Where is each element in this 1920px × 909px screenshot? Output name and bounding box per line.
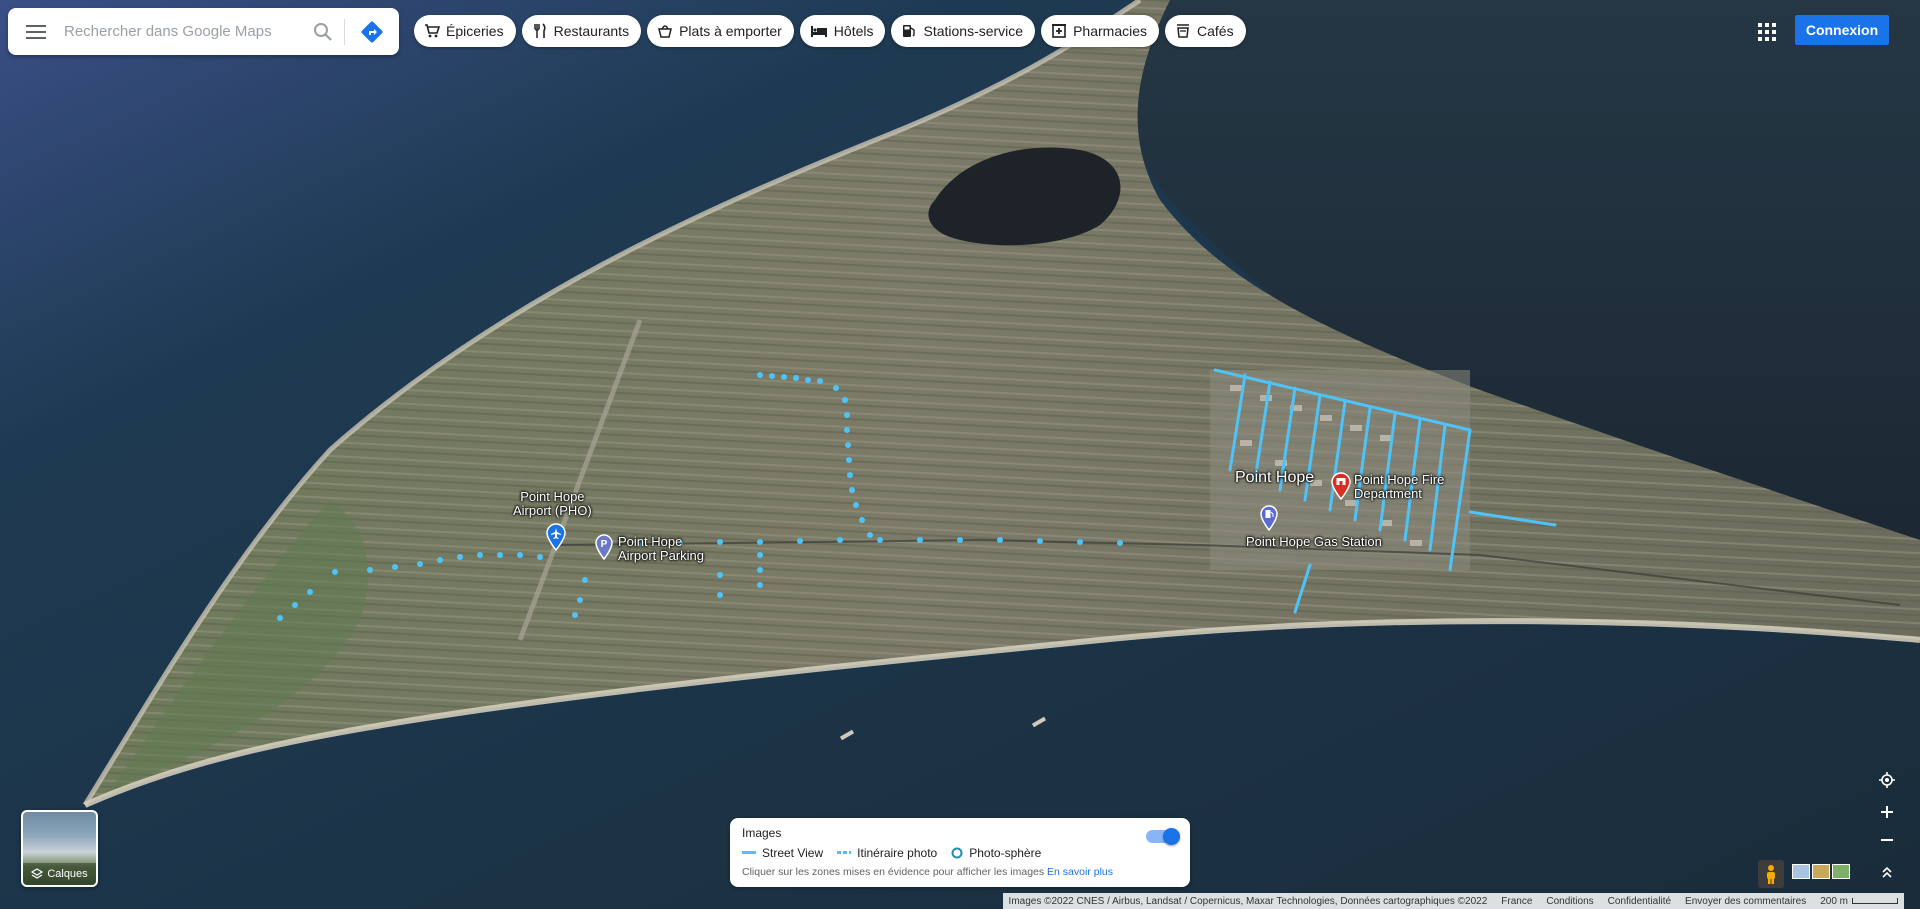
scale-line xyxy=(1852,898,1898,904)
parking-label[interactable]: Point Hope Airport Parking xyxy=(618,535,704,563)
fuel-icon xyxy=(903,25,916,37)
pharmacy-icon xyxy=(1052,24,1067,38)
satellite-map[interactable] xyxy=(0,0,1920,909)
crosshair-icon xyxy=(1879,772,1895,788)
imagery-panel: Images Street View Itinéraire photo Phot… xyxy=(730,818,1190,887)
expand-button[interactable] xyxy=(1872,858,1902,886)
search-icon xyxy=(314,22,332,41)
chip-cafes[interactable]: Cafés xyxy=(1165,15,1246,47)
chip-label: Stations-service xyxy=(923,23,1024,39)
town-label[interactable]: Point Hope xyxy=(1235,469,1314,486)
pegman-icon xyxy=(1767,865,1775,884)
chip-pharmacies[interactable]: Pharmacies xyxy=(1041,15,1159,47)
plus-icon xyxy=(1881,806,1893,818)
cart-icon xyxy=(425,24,440,38)
my-location-button[interactable] xyxy=(1872,766,1902,794)
fire-station-icon xyxy=(1331,472,1351,501)
zoom-out-button[interactable] xyxy=(1872,826,1902,854)
airport-label[interactable]: Point Hope Airport (PHO) xyxy=(513,490,592,518)
sign-in-button[interactable]: Connexion xyxy=(1795,15,1889,45)
chip-label: Restaurants xyxy=(553,23,630,39)
airport-label-line: Airport (PHO) xyxy=(513,503,592,518)
menu-button[interactable] xyxy=(8,8,64,55)
directions-icon xyxy=(361,21,383,42)
gas-station-label[interactable]: Point Hope Gas Station xyxy=(1246,535,1382,549)
street-view-pegman[interactable] xyxy=(1758,860,1784,888)
imagery-credit: Images ©2022 CNES / Airbus, Landsat / Co… xyxy=(1008,895,1488,907)
solid-line-icon xyxy=(742,851,756,854)
parking-pin[interactable]: P xyxy=(594,534,614,565)
legend-label: Itinéraire photo xyxy=(857,846,938,860)
airplane-icon xyxy=(546,523,566,552)
imagery-hint: Cliquer sur les zones mises en évidence … xyxy=(742,866,1178,878)
apps-button[interactable] xyxy=(1752,17,1782,47)
chip-label: Plats à emporter xyxy=(679,23,782,39)
fire-dept-pin[interactable] xyxy=(1330,472,1352,505)
feedback-link[interactable]: Envoyer des commentaires xyxy=(1685,896,1806,907)
thumb-map[interactable] xyxy=(1832,864,1850,879)
bed-icon xyxy=(810,26,827,37)
search-input[interactable] xyxy=(64,16,302,47)
hamburger-icon xyxy=(26,24,46,39)
layers-icon xyxy=(31,868,44,879)
parking-label-line: Point Hope xyxy=(618,534,683,549)
cutlery-icon xyxy=(533,23,546,38)
svg-text:P: P xyxy=(601,539,608,550)
terms-link[interactable]: Conditions xyxy=(1546,896,1593,907)
coffee-icon xyxy=(1177,24,1189,38)
thumb-satellite[interactable] xyxy=(1812,864,1830,879)
apps-grid-icon xyxy=(1758,23,1776,41)
privacy-link[interactable]: Confidentialité xyxy=(1608,896,1671,907)
parking-icon: P xyxy=(595,534,613,561)
gas-station-pin[interactable] xyxy=(1259,505,1279,536)
directions-button[interactable] xyxy=(345,8,399,55)
fire-dept-label[interactable]: Point Hope Fire Department xyxy=(1354,473,1444,501)
imagery-panel-title: Images xyxy=(742,826,782,840)
layers-label-row: Calques xyxy=(23,863,96,885)
chip-takeout[interactable]: Plats à emporter xyxy=(647,15,794,47)
toggle-knob xyxy=(1163,828,1180,845)
legend-photo-route: Itinéraire photo xyxy=(837,846,937,860)
layers-label: Calques xyxy=(47,868,88,880)
thumb-terrain[interactable] xyxy=(1792,864,1810,879)
gas-pump-icon xyxy=(1260,505,1278,532)
category-chips: Épiceries Restaurants Plats à emporter H… xyxy=(414,15,1246,47)
legend-label: Photo-sphère xyxy=(969,846,1042,860)
search-box xyxy=(8,8,399,55)
attribution-bar: Images ©2022 CNES / Airbus, Landsat / Co… xyxy=(1002,893,1904,909)
fire-dept-label-line: Department xyxy=(1354,486,1422,501)
legend-label: Street View xyxy=(762,846,824,860)
country-link[interactable]: France xyxy=(1501,896,1532,907)
legend-street-view: Street View xyxy=(742,846,823,860)
layers-button[interactable]: Calques xyxy=(21,810,98,887)
chip-label: Cafés xyxy=(1197,23,1234,39)
zoom-in-button[interactable] xyxy=(1872,798,1902,826)
takeout-icon xyxy=(658,25,673,38)
imagery-toggle[interactable] xyxy=(1146,828,1180,845)
scale-bar[interactable]: 200 m xyxy=(1820,896,1898,907)
dashed-line-icon xyxy=(837,851,852,854)
imagery-legend: Street View Itinéraire photo Photo-sphèr… xyxy=(742,846,1178,860)
map-type-thumbnails xyxy=(1792,864,1850,879)
learn-more-link[interactable]: En savoir plus xyxy=(1047,866,1113,878)
photosphere-icon xyxy=(951,847,963,859)
airport-label-line: Point Hope xyxy=(520,489,585,504)
imagery-hint-text: Cliquer sur les zones mises en évidence … xyxy=(742,866,1045,878)
chip-label: Hôtels xyxy=(833,23,874,39)
airport-pin[interactable] xyxy=(545,523,567,556)
parking-label-line: Airport Parking xyxy=(618,548,704,563)
chip-label: Pharmacies xyxy=(1073,23,1147,39)
double-chevron-up-icon xyxy=(1882,866,1892,878)
chip-restaurants[interactable]: Restaurants xyxy=(521,15,642,47)
chip-label: Épiceries xyxy=(446,23,504,39)
search-button[interactable] xyxy=(302,8,344,55)
scale-label: 200 m xyxy=(1820,895,1848,907)
chip-hotels[interactable]: Hôtels xyxy=(799,15,886,47)
minus-icon xyxy=(1881,839,1893,841)
fire-dept-label-line: Point Hope Fire xyxy=(1354,472,1445,487)
legend-photosphere: Photo-sphère xyxy=(951,846,1041,860)
chip-gas-stations[interactable]: Stations-service xyxy=(891,15,1036,47)
chip-groceries[interactable]: Épiceries xyxy=(414,15,516,47)
